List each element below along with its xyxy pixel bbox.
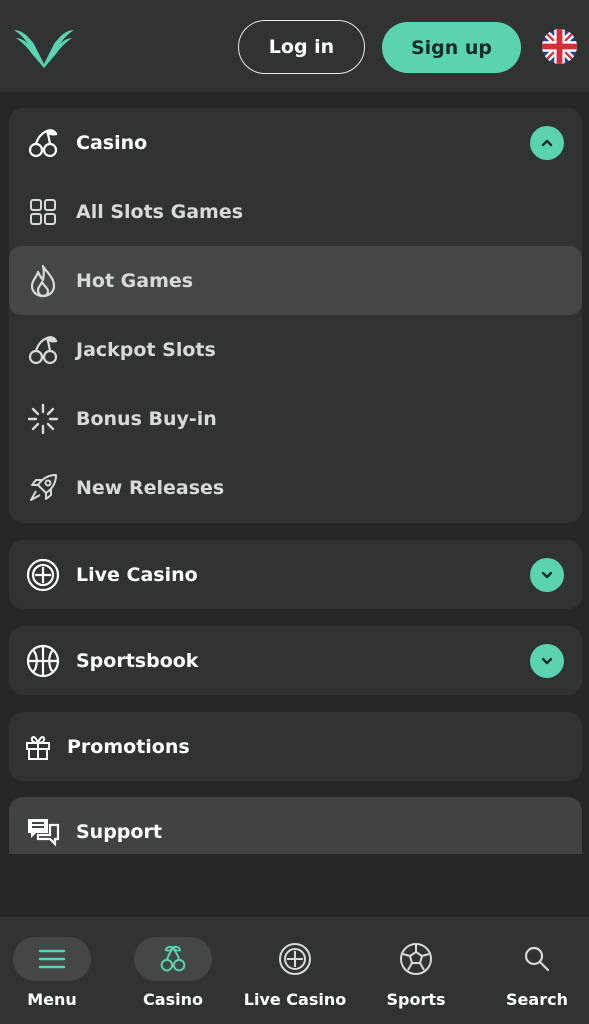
sportsbook-menu-card: Sportsbook xyxy=(9,626,582,695)
chevron-down-icon[interactable] xyxy=(530,643,564,678)
submenu-item-new-releases[interactable]: New Releases xyxy=(9,453,582,522)
app-page: Log in Sign up Casino All Slots Games Ho… xyxy=(0,0,589,1024)
promotions-menu-card: Promotions xyxy=(9,712,582,781)
submenu-item-jackpot-slots[interactable]: Jackpot Slots xyxy=(9,315,582,384)
submenu-item-all-slots[interactable]: All Slots Games xyxy=(9,177,582,246)
login-button[interactable]: Log in xyxy=(238,20,365,74)
basketball-icon xyxy=(26,644,60,678)
chat-bubbles-icon xyxy=(26,815,60,849)
grid-icon xyxy=(26,195,60,229)
cherries-icon xyxy=(134,937,212,981)
nav-search[interactable]: Search xyxy=(498,917,576,1024)
roulette-icon xyxy=(26,558,60,592)
sparkle-icon xyxy=(26,402,60,436)
nav-label: Menu xyxy=(27,990,77,1009)
menu-item-promotions[interactable]: Promotions xyxy=(9,712,582,781)
soccer-ball-icon xyxy=(377,937,455,981)
nav-label: Search xyxy=(506,990,568,1009)
hamburger-icon xyxy=(13,937,91,981)
menu-item-live-casino[interactable]: Live Casino xyxy=(9,540,582,609)
gift-icon xyxy=(21,730,55,764)
cherries-icon xyxy=(26,126,60,160)
nav-menu[interactable]: Menu xyxy=(13,917,91,1024)
menu-item-casino[interactable]: Casino xyxy=(9,108,582,177)
nav-label: Live Casino xyxy=(243,990,347,1009)
cherries-icon xyxy=(26,333,60,367)
flame-icon xyxy=(26,264,60,298)
support-menu-card: Support xyxy=(9,797,582,854)
search-icon xyxy=(498,937,576,981)
live-casino-menu-card: Live Casino xyxy=(9,540,582,609)
casino-menu-card: Casino All Slots Games Hot Games Jackpot… xyxy=(9,108,582,523)
submenu-item-label: Hot Games xyxy=(76,269,194,292)
nav-sports[interactable]: Sports xyxy=(377,917,455,1024)
nav-label: Casino xyxy=(143,990,203,1009)
chevron-up-icon[interactable] xyxy=(530,125,564,160)
submenu-item-bonus-buy-in[interactable]: Bonus Buy-in xyxy=(9,384,582,453)
submenu-item-hot-games[interactable]: Hot Games xyxy=(9,246,582,315)
roulette-icon xyxy=(256,937,334,981)
menu-item-label: Live Casino xyxy=(76,563,198,586)
menu-item-label: Casino xyxy=(76,131,148,154)
uk-flag-icon[interactable] xyxy=(542,29,577,64)
rocket-icon xyxy=(26,471,60,505)
top-header: Log in Sign up xyxy=(0,0,589,92)
submenu-item-label: All Slots Games xyxy=(76,200,244,223)
submenu-item-label: Bonus Buy-in xyxy=(76,407,217,430)
signup-button[interactable]: Sign up xyxy=(382,22,521,73)
nav-label: Sports xyxy=(386,990,446,1009)
submenu-item-label: New Releases xyxy=(76,476,225,499)
menu-item-label: Sportsbook xyxy=(76,649,199,672)
menu-item-label: Promotions xyxy=(67,735,190,758)
bottom-navigation: Menu Casino Live Casino Sports Search xyxy=(0,917,589,1024)
nav-live-casino[interactable]: Live Casino xyxy=(243,917,347,1024)
chevron-down-icon[interactable] xyxy=(530,557,564,592)
menu-item-label: Support xyxy=(76,820,162,843)
bull-logo-icon[interactable] xyxy=(12,24,76,70)
nav-casino[interactable]: Casino xyxy=(134,917,212,1024)
menu-item-sportsbook[interactable]: Sportsbook xyxy=(9,626,582,695)
submenu-item-label: Jackpot Slots xyxy=(76,338,216,361)
menu-item-support[interactable]: Support xyxy=(9,797,582,854)
